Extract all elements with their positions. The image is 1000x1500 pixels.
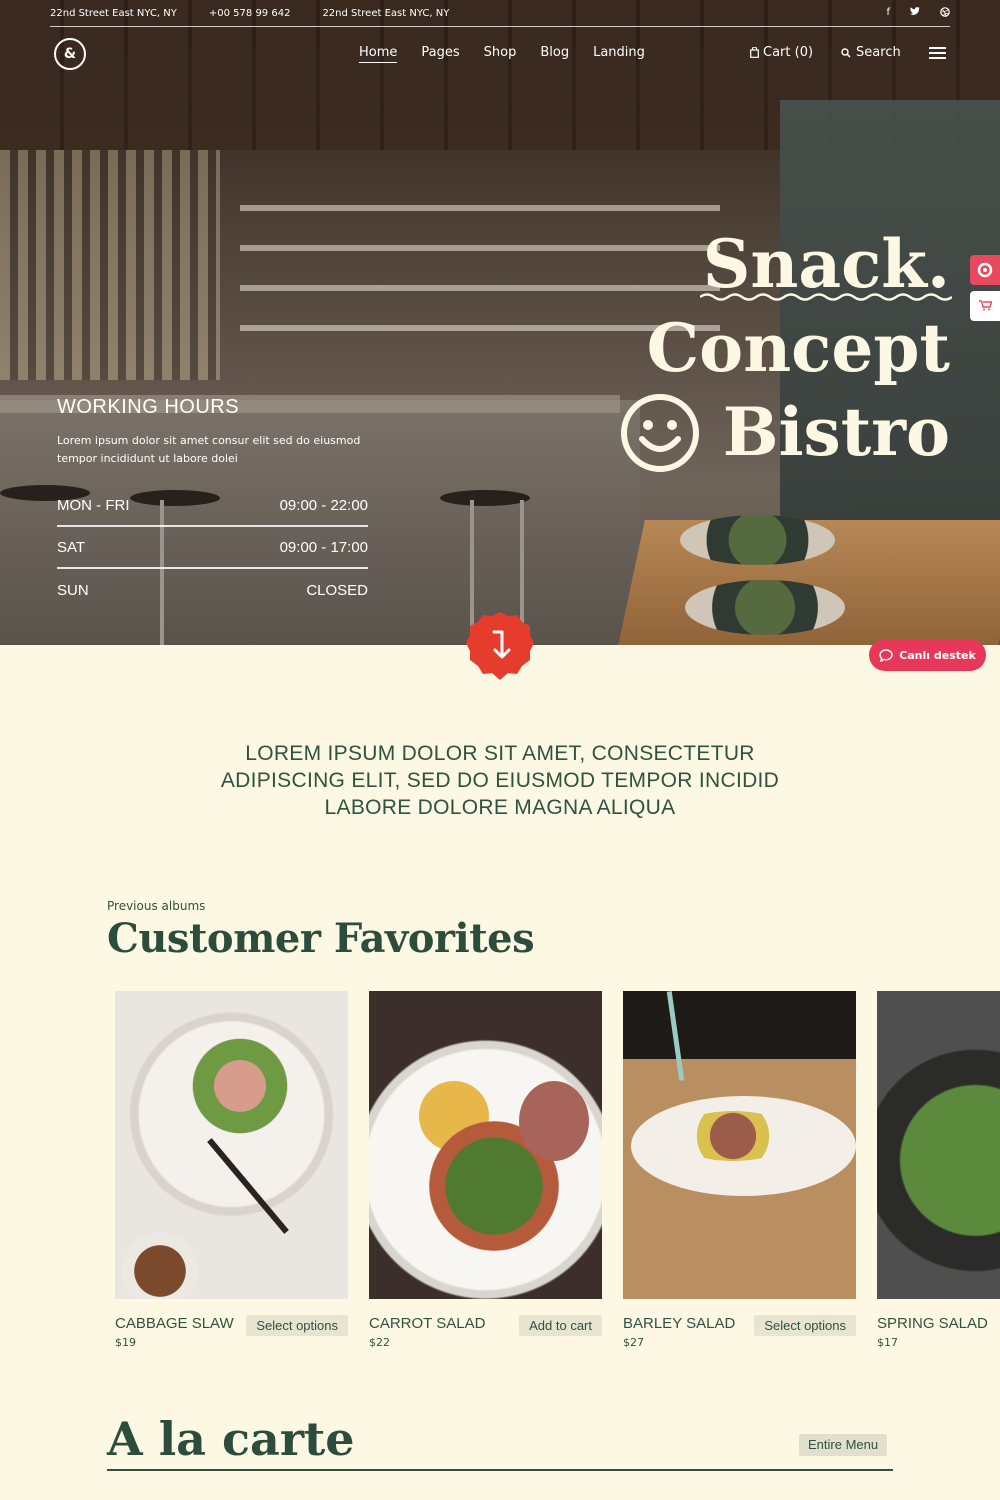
- working-hours-description: Lorem ipsum dolor sit amet consur elit s…: [57, 434, 361, 465]
- cart-link[interactable]: Cart (0): [750, 45, 813, 60]
- nav-item-pages[interactable]: Pages: [421, 45, 459, 63]
- search-link[interactable]: Search: [841, 45, 901, 60]
- hero-background-shelf: [240, 205, 720, 211]
- select-options-button[interactable]: Select options: [754, 1315, 856, 1336]
- product-image[interactable]: [877, 991, 1000, 1299]
- hours-time: 09:00 - 17:00: [279, 538, 368, 556]
- search-icon: [841, 47, 851, 58]
- alacarte-title: A la carte: [107, 1412, 355, 1466]
- hours-row: SUN CLOSED: [57, 569, 368, 611]
- entire-menu-button[interactable]: Entire Menu: [799, 1434, 888, 1456]
- live-support-label: Canlı destek: [899, 648, 976, 662]
- hamburger-menu-icon[interactable]: [928, 46, 946, 59]
- twitter-icon[interactable]: [910, 6, 920, 20]
- nav-item-home[interactable]: Home: [359, 45, 398, 63]
- nav-item-blog[interactable]: Blog: [540, 45, 569, 63]
- favorites-title: Customer Favorites: [107, 915, 535, 962]
- address-text: 22nd Street East NYC, NY: [322, 7, 450, 19]
- hours-day: SUN: [57, 581, 89, 599]
- product-card[interactable]: BARLEY SALAD $27 Select options: [623, 991, 856, 1349]
- side-tab-support[interactable]: [970, 255, 1000, 285]
- product-image[interactable]: [623, 991, 856, 1299]
- product-price: $17: [877, 1336, 898, 1349]
- logo[interactable]: &: [54, 38, 86, 70]
- working-hours-panel: WORKING HOURS Lorem ipsum dolor sit amet…: [57, 396, 368, 611]
- side-tab-cart[interactable]: [970, 291, 1000, 321]
- product-image[interactable]: [115, 991, 348, 1299]
- wavy-underline-icon: [700, 293, 952, 301]
- facebook-icon[interactable]: f: [886, 7, 890, 20]
- intro-text: LOREM IPSUM DOLOR SIT AMET, CONSECTETUR …: [220, 742, 780, 819]
- hero-background-bottles: [0, 150, 220, 380]
- cart-label: Cart (0): [763, 45, 814, 60]
- nav-item-landing[interactable]: Landing: [593, 45, 645, 63]
- product-name[interactable]: CABBAGE SLAW: [115, 1315, 234, 1332]
- product-card[interactable]: SPRING SALAD $17: [877, 991, 1000, 1349]
- dribbble-icon[interactable]: [940, 6, 950, 20]
- section-kicker: Previous albums: [107, 899, 206, 913]
- working-hours-list: MON - FRI 09:00 - 22:00 SAT 09:00 - 17:0…: [57, 485, 368, 611]
- headline-line-1: Snack.: [647, 222, 952, 306]
- lifebuoy-icon: [977, 262, 993, 278]
- product-price: $27: [623, 1336, 644, 1349]
- select-options-button[interactable]: Select options: [246, 1315, 348, 1336]
- hours-row: SAT 09:00 - 17:00: [57, 527, 368, 569]
- hours-day: SAT: [57, 538, 86, 556]
- hero-section: 22nd Street East NYC, NY +00 578 99 642 …: [0, 0, 1000, 645]
- scroll-down-badge[interactable]: [464, 610, 536, 682]
- product-price: $19: [115, 1336, 136, 1349]
- working-hours-title: WORKING HOURS: [57, 396, 240, 418]
- product-image[interactable]: [369, 991, 602, 1299]
- hours-day: MON - FRI: [57, 496, 130, 514]
- hero-background-plate: [680, 515, 835, 565]
- section-divider: [107, 1469, 893, 1471]
- address-text: 22nd Street East NYC, NY: [50, 7, 177, 19]
- hours-time: CLOSED: [306, 581, 368, 599]
- product-card[interactable]: CARROT SALAD $22 Add to cart: [369, 991, 602, 1349]
- product-name[interactable]: SPRING SALAD: [877, 1315, 988, 1332]
- nav-actions: Cart (0) Search: [750, 45, 946, 60]
- product-name[interactable]: CARROT SALAD: [369, 1315, 485, 1332]
- main-navigation: & Home Pages Shop Blog Landing Cart (0) …: [50, 38, 950, 70]
- product-name[interactable]: BARLEY SALAD: [623, 1315, 735, 1332]
- nav-item-shop[interactable]: Shop: [484, 45, 517, 63]
- nav-menu: Home Pages Shop Blog Landing: [359, 45, 645, 63]
- headline-line-2: Concept: [646, 309, 950, 387]
- product-card[interactable]: CABBAGE SLAW $19 Select options: [115, 991, 348, 1349]
- hero-background-stool: [440, 490, 530, 506]
- bag-icon: [750, 47, 759, 58]
- smiley-icon: [621, 394, 699, 472]
- hero-background-plate: [685, 580, 845, 635]
- cart-icon: [978, 300, 992, 311]
- chat-bubble-icon: [879, 648, 893, 662]
- top-info-bar: 22nd Street East NYC, NY +00 578 99 642 …: [50, 0, 950, 27]
- phone-link[interactable]: +00 578 99 642: [209, 8, 291, 19]
- hours-time: 09:00 - 22:00: [279, 496, 368, 514]
- social-links: f: [886, 7, 950, 20]
- hours-row: MON - FRI 09:00 - 22:00: [57, 485, 368, 527]
- search-label: Search: [856, 45, 901, 60]
- add-to-cart-button[interactable]: Add to cart: [519, 1315, 602, 1336]
- live-support-button[interactable]: Canlı destek: [869, 639, 986, 671]
- product-price: $22: [369, 1336, 390, 1349]
